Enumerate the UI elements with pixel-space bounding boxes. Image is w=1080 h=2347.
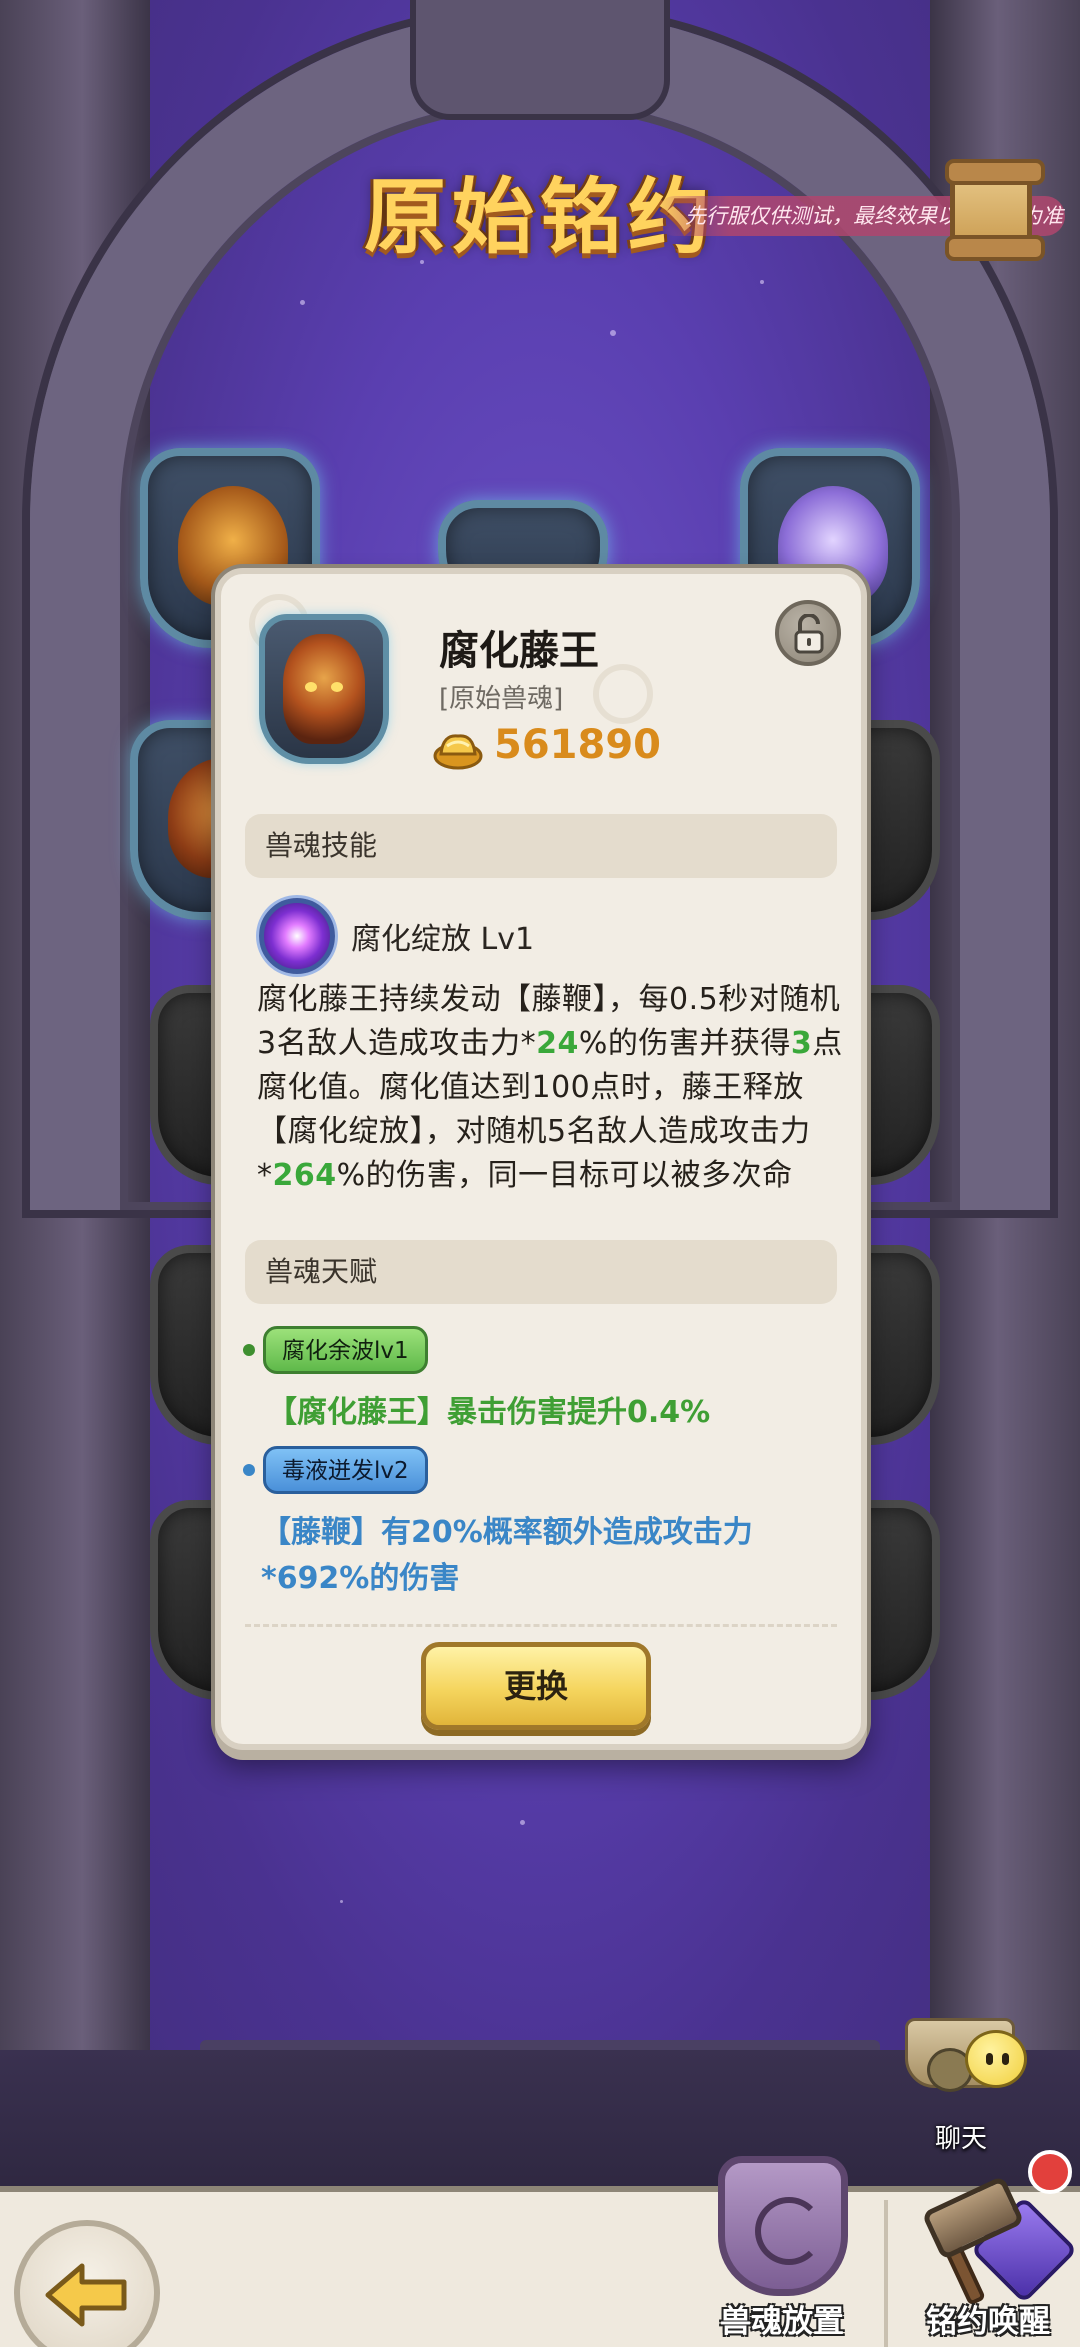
vine-king-portrait	[283, 634, 365, 744]
skill-section-header: 兽魂技能	[245, 814, 837, 878]
skill-description: 腐化藤王持续发动【藤鞭】，每0.5秒对随机3名敌人造成攻击力*24%的伤害并获得…	[257, 978, 847, 1200]
tab-label: 铭约唤醒	[926, 2304, 1050, 2340]
skill-highlight-value: 3	[790, 1026, 813, 1061]
chat-label: 聊天	[935, 2124, 988, 2154]
swap-button[interactable]: 更换	[421, 1642, 651, 1730]
gold-ingot-icon	[433, 734, 483, 770]
beast-name: 腐化藤王	[439, 628, 599, 674]
talent-bullet	[243, 1464, 255, 1476]
talent-section-header: 兽魂天赋	[245, 1240, 837, 1304]
chat-button[interactable]: 聊天	[905, 1978, 1035, 2154]
skill-highlight-value: 264	[272, 1158, 337, 1193]
scroll-icon[interactable]	[945, 159, 1045, 261]
card-divider	[245, 1624, 837, 1627]
talent-tag-1: 腐化余波lv1	[263, 1326, 428, 1374]
beast-soul-detail-card: 腐化藤王 [原始兽魂] 561890 兽魂技能 腐化绽放 Lv1 腐化藤王持续发…	[215, 568, 867, 1750]
talent-effect-2: 【藤鞭】有20%概率额外造成攻击力*692%的伤害	[261, 1515, 753, 1596]
skill-highlight-value: 24	[536, 1026, 579, 1061]
skill-text-segment: %的伤害并获得	[578, 1026, 791, 1061]
notification-badge	[1028, 2150, 1072, 2194]
skill-name: 腐化绽放 Lv1	[351, 922, 535, 957]
skill-text-segment: %的伤害，同一目标可以被多次命中，并消耗腐化值	[336, 1158, 793, 1193]
tab-beast-soul-placement[interactable]: 兽魂放置	[682, 2156, 882, 2347]
yellow-back-arrow-icon	[45, 2263, 127, 2327]
skill-bloom-icon[interactable]	[259, 898, 335, 974]
arch-keystone	[410, 0, 670, 120]
smiley-chat-icon	[965, 2030, 1027, 2088]
unlocked-padlock-icon	[794, 614, 824, 654]
talent-effect-1: 【腐化藤王】暴击伤害提升0.4%	[267, 1395, 711, 1430]
swirl-decoration	[593, 664, 653, 724]
tab-pact-awaken[interactable]: 铭约唤醒	[888, 2150, 1080, 2347]
lock-toggle-button[interactable]	[775, 600, 841, 666]
tab-label: 兽魂放置	[720, 2304, 844, 2340]
talent-tag-2: 毒液迸发lv2	[263, 1446, 428, 1494]
beast-type: [原始兽魂]	[439, 684, 564, 714]
shield-icon	[718, 2156, 848, 2296]
talent-bullet	[243, 1344, 255, 1356]
coin-value: 561890	[494, 722, 661, 768]
beast-portrait-badge	[259, 614, 389, 764]
